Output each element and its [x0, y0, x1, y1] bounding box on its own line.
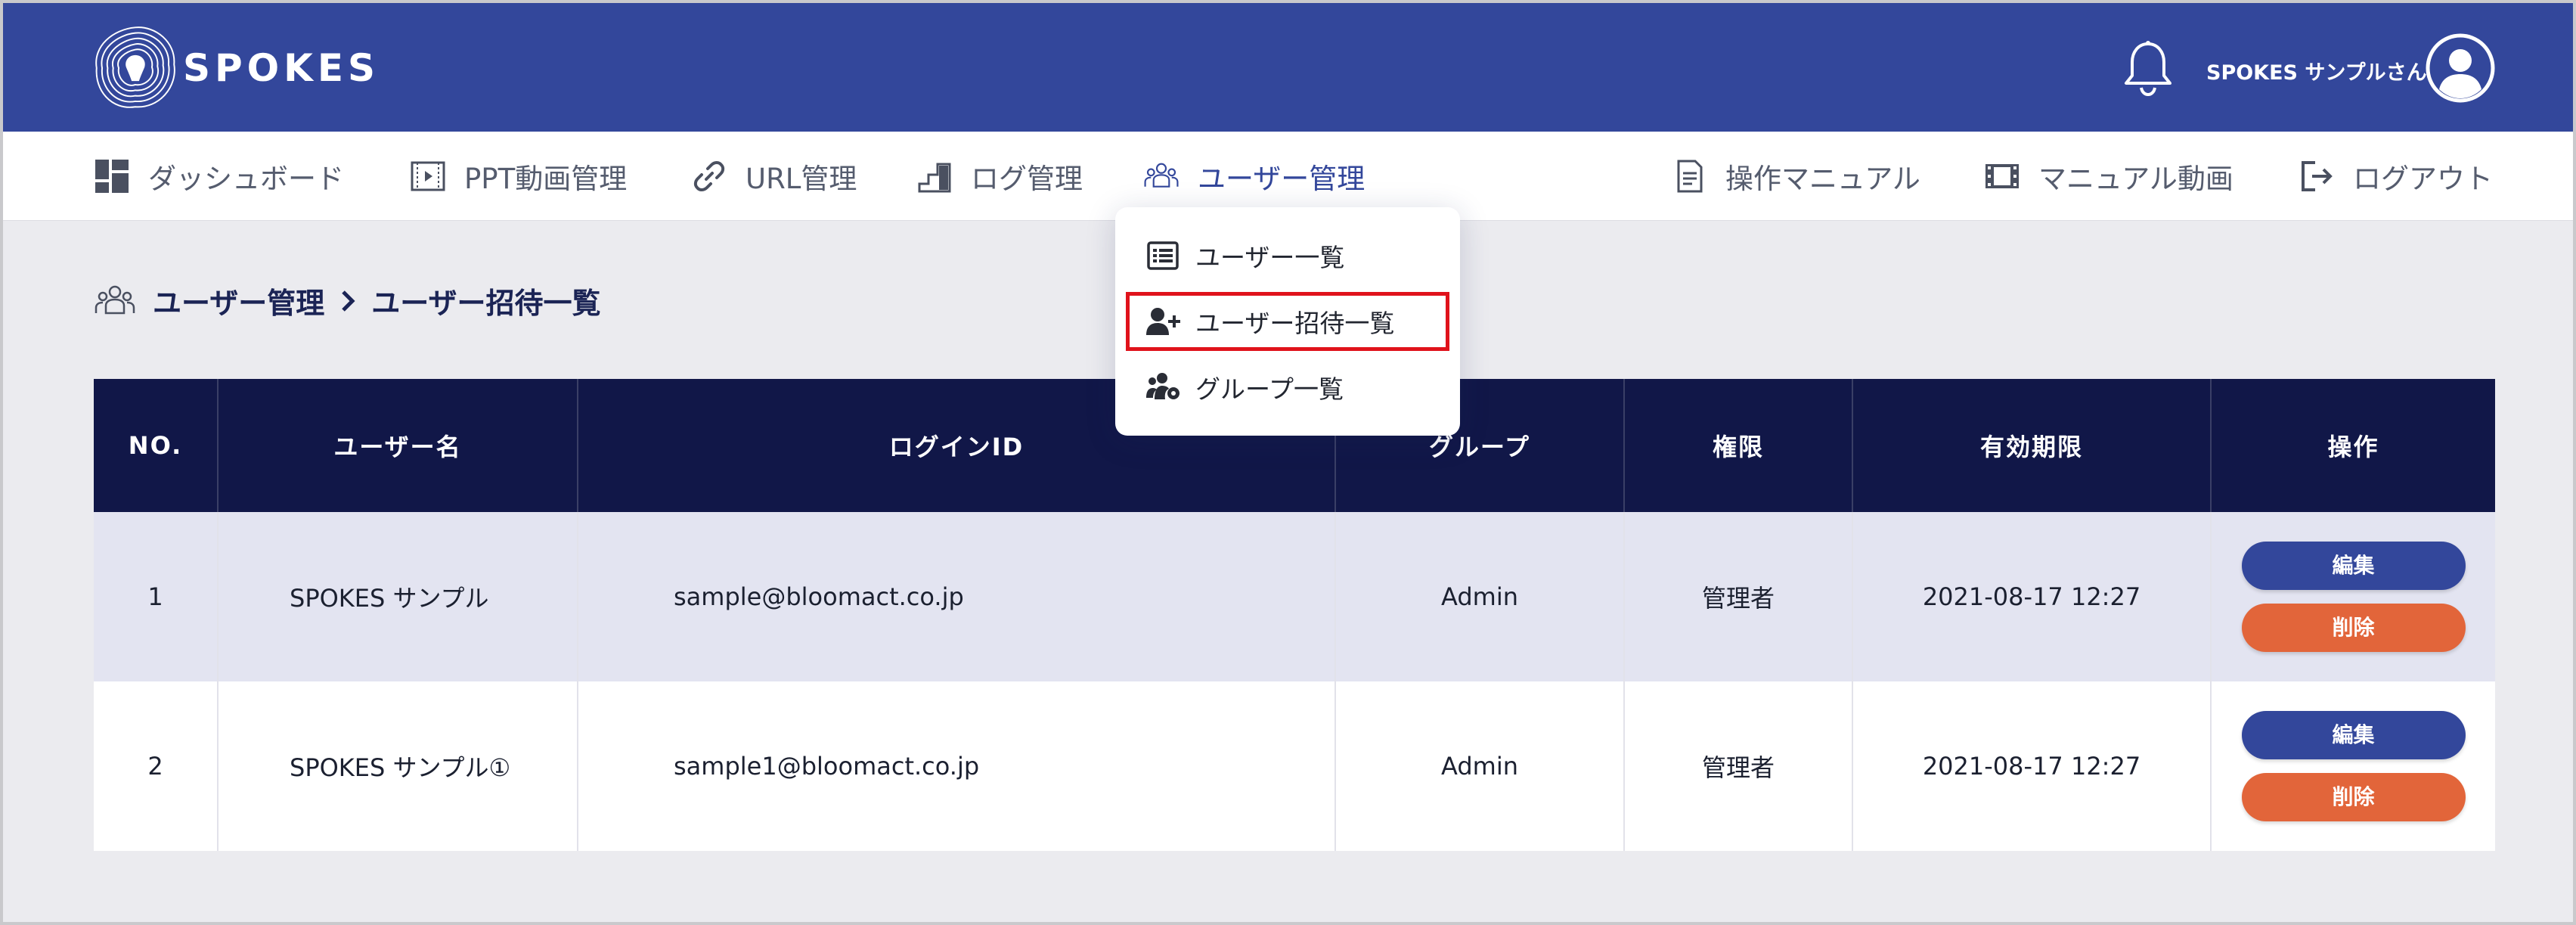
cell-expires: 2021-08-17 12:27 [1852, 512, 2212, 681]
edit-button[interactable]: 編集 [2241, 542, 2466, 590]
cell-group: Admin [1335, 681, 1625, 851]
avatar-icon[interactable] [2426, 33, 2495, 103]
nav-dashboard[interactable]: ダッシュボード [94, 132, 344, 221]
col-no: NO. [94, 379, 219, 512]
users-cog-icon [1146, 373, 1180, 399]
cell-actions: 編集 削除 [2211, 512, 2495, 681]
film-icon [411, 161, 445, 191]
nav-dashboard-label: ダッシュボード [148, 163, 344, 195]
current-user-name[interactable]: SPOKES サンプルさん [2206, 56, 2427, 85]
col-actions: 操作 [2211, 379, 2495, 512]
nav-logout-label: ログアウト [2353, 163, 2493, 195]
logout-icon [2302, 161, 2333, 191]
edit-button[interactable]: 編集 [2241, 711, 2466, 759]
cell-group: Admin [1335, 512, 1625, 681]
nav-manual-video-label: マニュアル動画 [2038, 163, 2233, 195]
cell-actions: 編集 削除 [2211, 681, 2495, 851]
cell-role: 管理者 [1624, 512, 1853, 681]
cell-no: 2 [94, 681, 219, 851]
cell-no: 1 [94, 512, 219, 681]
bell-icon[interactable] [2122, 39, 2175, 97]
table-row: 1 SPOKES サンプル sample@bloomact.co.jp Admi… [94, 512, 2495, 681]
steps-icon [918, 163, 951, 193]
nav-ppt-video[interactable]: PPT動画管理 [410, 132, 627, 221]
app-window: SPOKES SPOKES サンプルさん ダッシュボード PPT動画管理 URL… [3, 3, 2573, 922]
video-icon [1985, 164, 2019, 188]
nav-manual[interactable]: 操作マニュアル [1671, 132, 1920, 221]
dashboard-icon [95, 160, 129, 193]
nav-manual-video[interactable]: マニュアル動画 [1984, 132, 2233, 221]
menu-item-group-list-label: グループ一覧 [1195, 374, 1344, 404]
nav-url-manage[interactable]: URL管理 [691, 132, 857, 221]
nav-logout[interactable]: ログアウト [2299, 132, 2493, 221]
highlight-box [1126, 292, 1449, 351]
spokes-logo[interactable]: SPOKES [89, 20, 380, 116]
logo-text: SPOKES [183, 46, 380, 90]
col-role: 権限 [1624, 379, 1853, 512]
nav-url-manage-label: URL管理 [746, 163, 857, 195]
menu-item-user-list-label: ユーザー一覧 [1195, 243, 1345, 272]
spokes-logo-icon [95, 26, 175, 108]
menu-item-group-list[interactable]: グループ一覧 [1145, 365, 1344, 410]
table-row: 2 SPOKES サンプル① sample1@bloomact.co.jp Ad… [94, 681, 2495, 851]
delete-button[interactable]: 削除 [2241, 604, 2466, 652]
nav-ppt-video-label: PPT動画管理 [464, 163, 628, 195]
list-icon [1147, 241, 1179, 270]
link-icon [693, 161, 725, 191]
breadcrumb: ユーザー管理 ユーザー招待一覧 [94, 280, 601, 321]
nav-log-manage[interactable]: ログ管理 [916, 132, 1083, 221]
nav-manual-label: 操作マニュアル [1725, 163, 1920, 195]
cell-username: SPOKES サンプル① [218, 681, 578, 851]
cell-role: 管理者 [1624, 681, 1853, 851]
delete-button[interactable]: 削除 [2241, 773, 2466, 821]
cell-expires: 2021-08-17 12:27 [1852, 681, 2212, 851]
col-username: ユーザー名 [218, 379, 578, 512]
top-header: SPOKES SPOKES サンプルさん [3, 3, 2573, 132]
menu-item-user-list[interactable]: ユーザー一覧 [1145, 233, 1344, 278]
cell-login-id: sample@bloomact.co.jp [578, 512, 1336, 681]
nav-log-manage-label: ログ管理 [971, 163, 1083, 195]
user-manage-dropdown: ユーザー一覧 ユーザー招待一覧 グループ一覧 [1115, 207, 1460, 436]
cell-username: SPOKES サンプル [218, 512, 578, 681]
nav-user-manage-label: ユーザー管理 [1198, 163, 1365, 195]
breadcrumb-current: ユーザー招待一覧 [371, 287, 601, 320]
invite-table: NO. ユーザー名 ログインID グループ 権限 有効期限 操作 1 SPOKE… [94, 379, 2495, 851]
users-icon [1144, 163, 1179, 188]
col-expires: 有効期限 [1852, 379, 2212, 512]
document-icon [1677, 160, 1703, 193]
chevron-right-icon [342, 290, 355, 312]
breadcrumb-parent[interactable]: ユーザー管理 [153, 280, 324, 321]
cell-login-id: sample1@bloomact.co.jp [578, 681, 1336, 851]
users-icon [95, 285, 135, 314]
